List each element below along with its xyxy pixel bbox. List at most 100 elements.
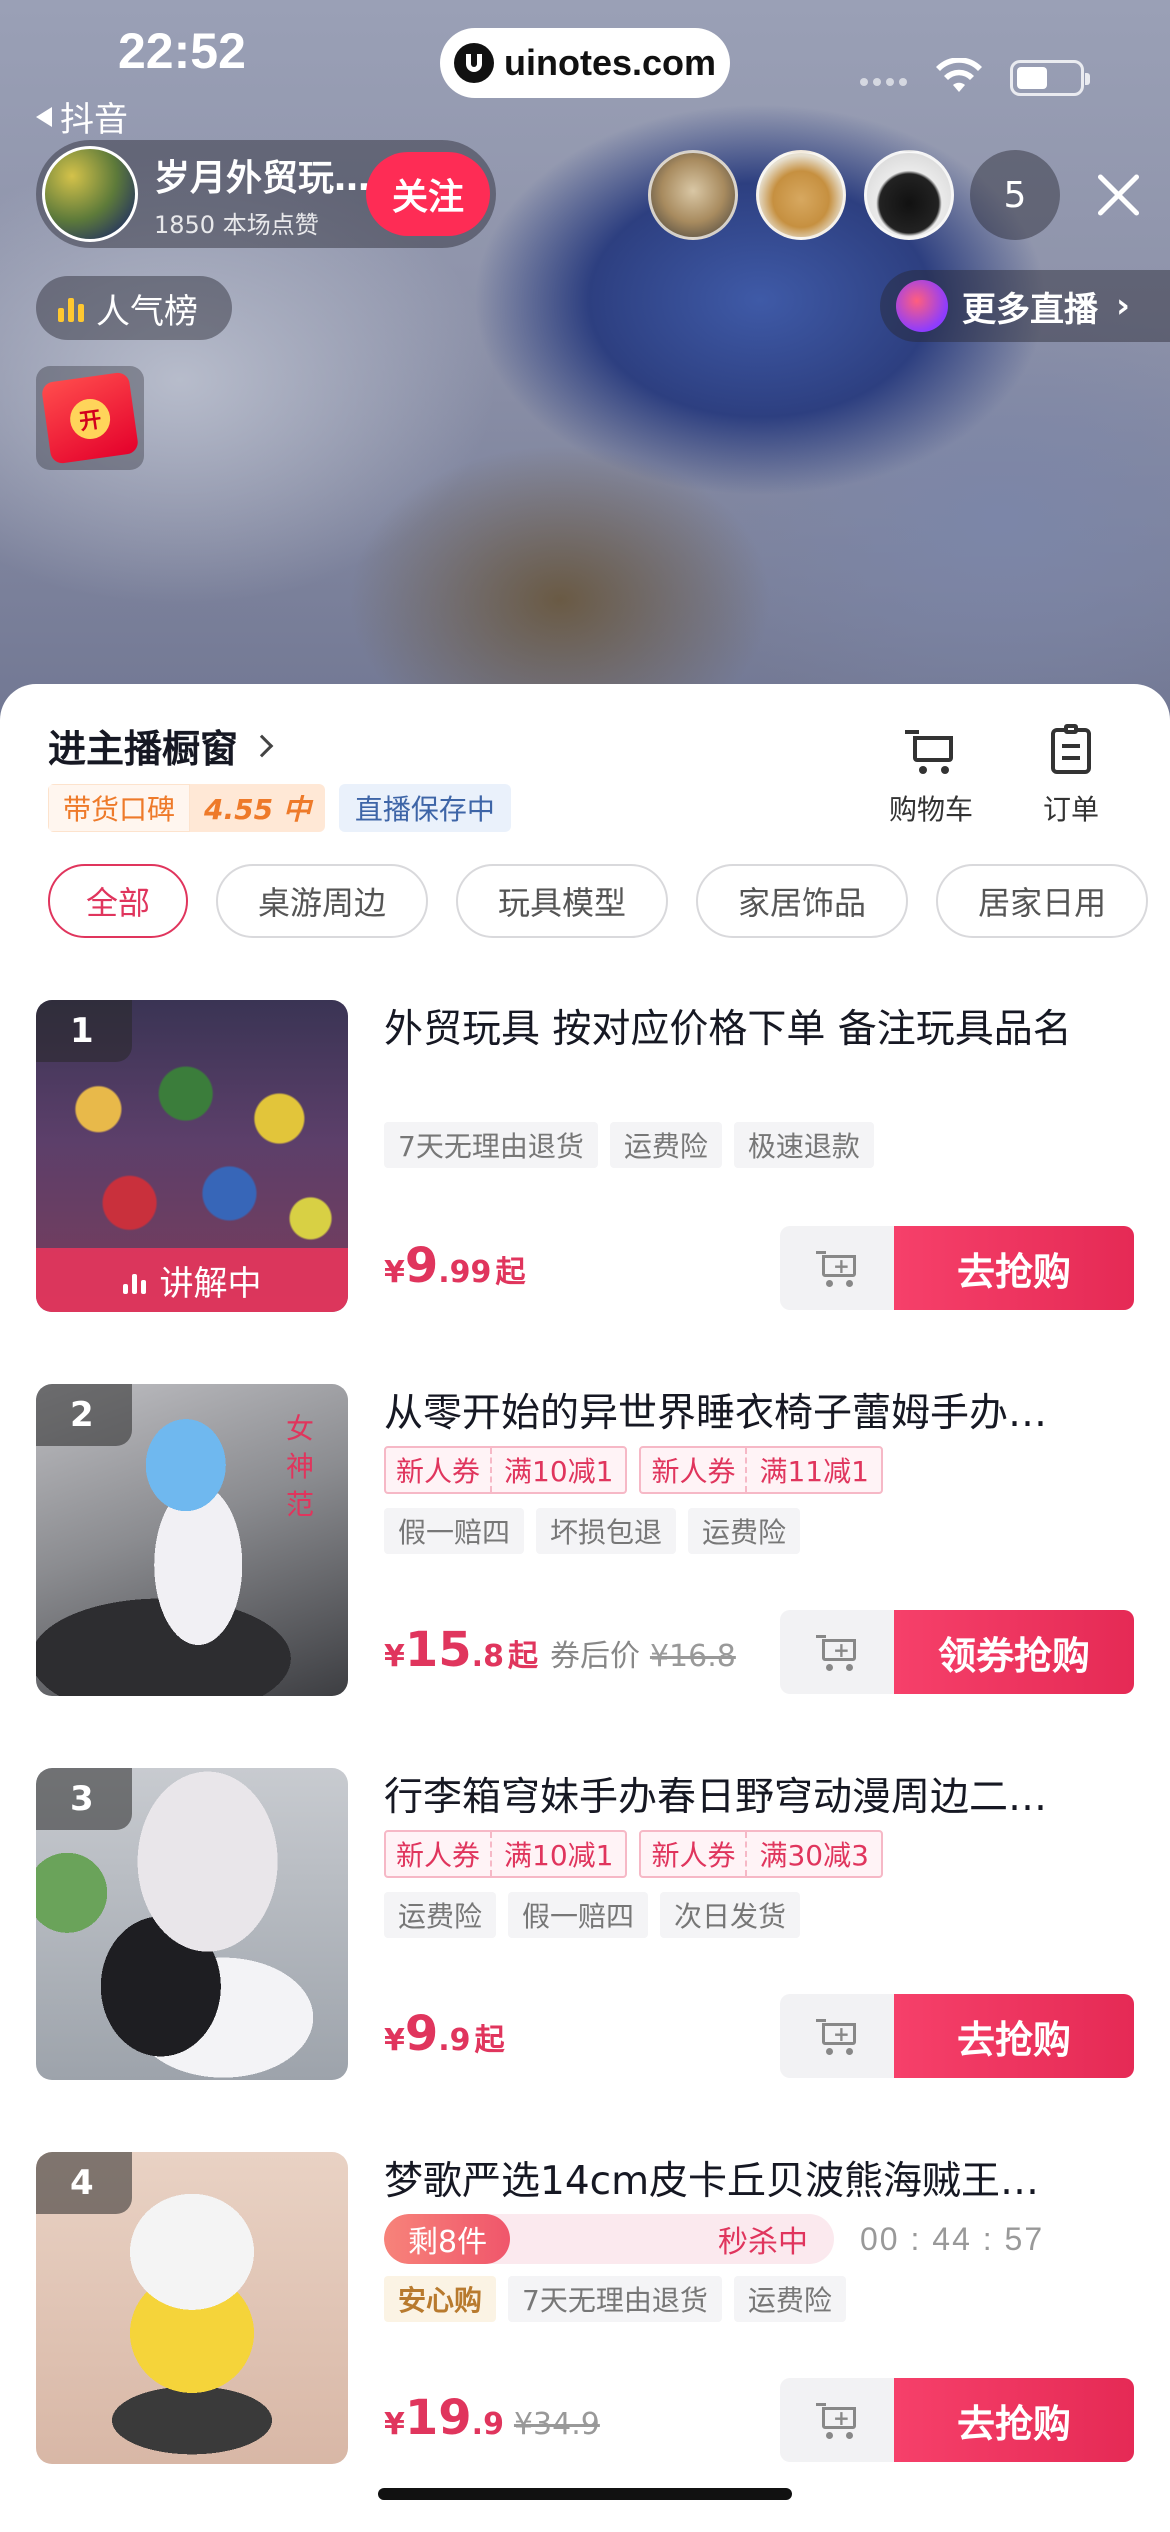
- cart-button[interactable]: 购物车: [876, 728, 986, 828]
- product-image[interactable]: 1 讲解中: [36, 1000, 348, 1312]
- showcase-title: 进主播橱窗: [48, 727, 239, 771]
- category-tab[interactable]: 居家日用: [936, 864, 1149, 938]
- cellular-signal-icon: [860, 78, 907, 86]
- thumb-caption: 女神范: [286, 1412, 315, 1521]
- service-tag: 运费险: [688, 1508, 801, 1554]
- service-tag: 假一赔四: [384, 1508, 525, 1554]
- buy-button[interactable]: 去抢购: [894, 1226, 1134, 1310]
- watermark-url-text: uinotes.com: [503, 42, 717, 83]
- reputation-badge[interactable]: 带货口碑 4.55 中: [48, 784, 325, 832]
- flash-sale-label: 秒杀中: [718, 2225, 808, 2260]
- add-cart-icon: +: [816, 1633, 858, 1671]
- product-title[interactable]: 从零开始的异世界睡衣椅子蕾姆手办…: [384, 1384, 1104, 1444]
- buy-button[interactable]: 去抢购: [894, 1994, 1134, 2078]
- service-tag: 运费险: [733, 2276, 846, 2322]
- product-image[interactable]: 2 女神范: [36, 1384, 348, 1696]
- more-live-label: 更多直播: [962, 289, 1098, 330]
- service-tags: 运费险 假一赔四 次日发货: [384, 1892, 801, 1938]
- assurance-tag: 安心购: [384, 2276, 497, 2322]
- countdown-timer: 00 : 44 : 57: [860, 2220, 1045, 2257]
- product-card[interactable]: 4 梦歌严选14cm皮卡丘贝波熊海贼王… 剩8件 秒杀中 00 : 44 : 5…: [36, 2152, 1134, 2464]
- live-video[interactable]: [0, 0, 1170, 760]
- anchor-likes: 1850 本场点赞: [154, 210, 319, 239]
- product-image[interactable]: 4: [36, 2152, 348, 2464]
- close-icon[interactable]: [1088, 165, 1148, 225]
- product-card[interactable]: 1 讲解中 外贸玩具 按对应价格下单 备注玩具品名 7天无理由退货 运费险 极速…: [36, 1000, 1134, 1312]
- order-label: 订单: [1042, 793, 1099, 826]
- claim-coupon-buy-button[interactable]: 领券抢购: [894, 1610, 1134, 1694]
- product-price: ¥9.99 起: [384, 1238, 526, 1294]
- back-to-app-link[interactable]: 抖音: [36, 92, 128, 141]
- service-tags: 7天无理由退货 运费险 极速退款: [384, 1122, 874, 1168]
- add-to-cart-button[interactable]: +: [780, 1226, 894, 1310]
- product-price: ¥19.9 ¥34.9: [384, 2390, 600, 2446]
- wifi-icon: [936, 58, 982, 92]
- coupon-badge[interactable]: 新人券 满11减1: [639, 1446, 883, 1494]
- chevron-right-icon: ›: [1116, 286, 1131, 326]
- product-price: ¥15.8 起券后价 ¥16.8: [384, 1622, 736, 1678]
- coupon-list: 新人券 满10减1 新人券 满11减1: [384, 1446, 883, 1494]
- service-tag: 极速退款: [733, 1122, 874, 1168]
- explaining-bars-icon: [122, 1266, 146, 1294]
- flash-sale-row: 剩8件 秒杀中 00 : 44 : 57: [384, 2214, 1044, 2264]
- live-orb-icon: [896, 280, 948, 332]
- product-title[interactable]: 梦歌严选14cm皮卡丘贝波熊海贼王…: [384, 2152, 1104, 2212]
- flash-sale-progress: 剩8件 秒杀中: [384, 2214, 834, 2264]
- reputation-label: 带货口碑: [48, 784, 191, 832]
- follow-button[interactable]: 关注: [366, 152, 490, 236]
- coupon-badge[interactable]: 新人券 满30减3: [639, 1830, 883, 1878]
- home-indicator[interactable]: [378, 2488, 792, 2500]
- service-tag: 次日发货: [660, 1892, 801, 1938]
- category-tab-all[interactable]: 全部: [48, 864, 189, 938]
- anchor-showcase-link[interactable]: 进主播橱窗: [48, 718, 274, 773]
- order-button[interactable]: 订单: [1016, 724, 1126, 828]
- coupon-badge[interactable]: 新人券 满10减1: [384, 1830, 628, 1878]
- red-packet-button[interactable]: 开: [36, 366, 144, 470]
- coupon-badge[interactable]: 新人券 满10减1: [384, 1446, 628, 1494]
- reputation-value: 4.55 中: [190, 784, 325, 832]
- add-cart-icon: +: [816, 1249, 858, 1287]
- rank-badge: 2: [36, 1384, 132, 1446]
- viewer-count[interactable]: 5: [970, 150, 1060, 240]
- viewer-avatar[interactable]: [756, 150, 846, 240]
- rank-bars-icon: [58, 294, 84, 322]
- service-tags: 安心购 7天无理由退货 运费险: [384, 2276, 846, 2322]
- product-card[interactable]: 2 女神范 从零开始的异世界睡衣椅子蕾姆手办… 新人券 满10减1 新人券 满11减…: [36, 1384, 1134, 1696]
- product-image[interactable]: 3: [36, 1768, 348, 2080]
- popularity-rank-button[interactable]: 人气榜: [36, 276, 232, 340]
- back-app-label: 抖音: [60, 100, 128, 140]
- category-tab[interactable]: 玩具模型: [456, 864, 669, 938]
- product-title[interactable]: 行李箱穹妹手办春日野穹动漫周边二…: [384, 1768, 1104, 1828]
- chevron-right-icon: [250, 734, 274, 757]
- cart-label: 购物车: [888, 793, 973, 826]
- service-tag: 假一赔四: [508, 1892, 649, 1938]
- service-tag: 运费险: [609, 1122, 722, 1168]
- uinotes-logo-icon: [453, 43, 494, 83]
- product-title[interactable]: 外贸玩具 按对应价格下单 备注玩具品名: [384, 1000, 1134, 1060]
- rank-label: 人气榜: [96, 291, 198, 332]
- red-envelope-icon: 开: [40, 371, 140, 465]
- product-card[interactable]: 3 行李箱穹妹手办春日野穹动漫周边二… 新人券 满10减1 新人券 满30减3 运费…: [36, 1768, 1134, 2080]
- viewer-avatar[interactable]: [648, 150, 738, 240]
- buy-button[interactable]: 去抢购: [894, 2378, 1134, 2462]
- add-cart-icon: +: [816, 2401, 858, 2439]
- back-arrow-icon: [36, 106, 52, 127]
- add-cart-icon: +: [816, 2017, 858, 2055]
- watermark-url: uinotes.com: [440, 28, 730, 98]
- shop-sheet: 进主播橱窗 带货口碑 4.55 中 直播保存中 购物车 订单 全部 桌游周边 玩…: [0, 684, 1170, 2532]
- live-saving-badge: 直播保存中: [338, 784, 511, 832]
- more-live-button[interactable]: 更多直播 ›: [880, 270, 1170, 342]
- viewer-avatar[interactable]: [864, 150, 954, 240]
- add-to-cart-button[interactable]: +: [780, 1610, 894, 1694]
- anchor-avatar[interactable]: [42, 146, 138, 242]
- add-to-cart-button[interactable]: +: [780, 2378, 894, 2462]
- rank-badge: 4: [36, 2152, 132, 2214]
- add-to-cart-button[interactable]: +: [780, 1994, 894, 2078]
- product-price: ¥9.9 起: [384, 2006, 505, 2062]
- category-tab[interactable]: 桌游周边: [216, 864, 429, 938]
- category-tab[interactable]: 家居饰品: [696, 864, 909, 938]
- rank-badge: 1: [36, 1000, 132, 1062]
- order-icon: [1051, 724, 1091, 774]
- coupon-list: 新人券 满10减1 新人券 满30减3: [384, 1830, 883, 1878]
- service-tag: 7天无理由退货: [384, 1122, 598, 1168]
